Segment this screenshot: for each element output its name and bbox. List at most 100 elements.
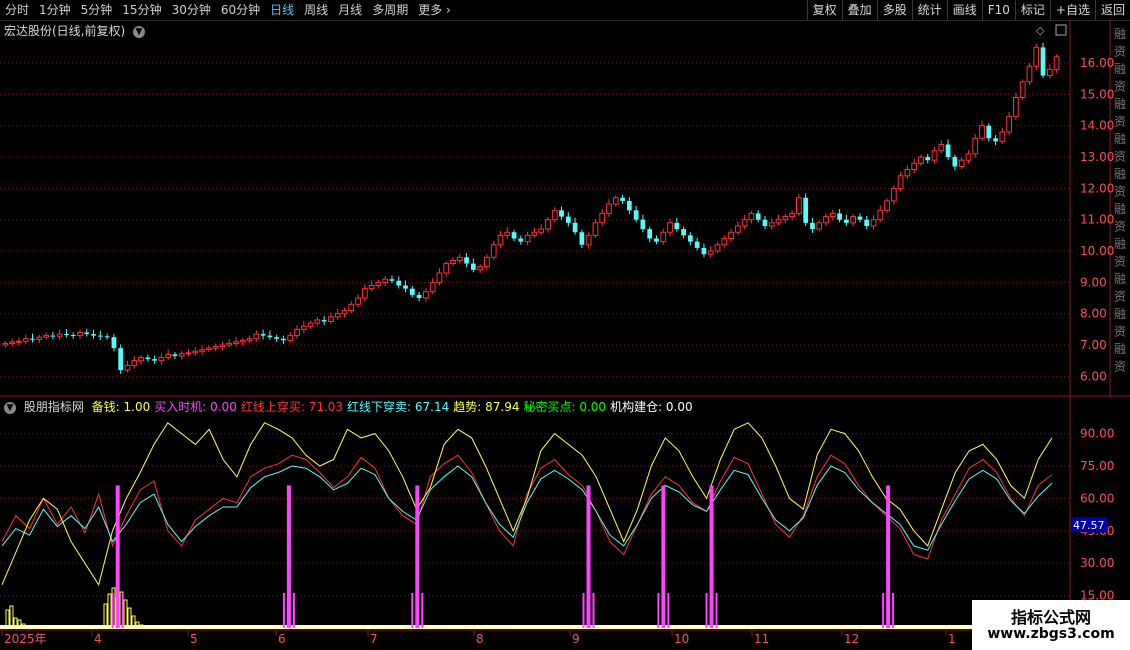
candle-body [50,335,56,337]
baseline-bar [0,625,1070,629]
x-axis-label: 2025年 [4,632,47,646]
candle-body [945,144,951,158]
x-axis-label: 6 [278,632,286,646]
price-tick-label: 6.00 [1080,369,1107,383]
candle-body [748,212,755,221]
candle-body [84,332,90,335]
candle-body [158,357,165,362]
candle-body [389,279,395,281]
candle-body [70,334,76,336]
candle-body [185,352,192,355]
candle-body [1013,97,1019,117]
indicator-field-5: 秘密买点: 0.00 [523,400,607,414]
buy-signal-side [411,593,414,628]
candle-body [348,303,355,312]
candle-body [274,337,280,339]
candle-body [253,333,260,340]
buy-signal-bar [586,485,591,628]
candle-body [9,341,16,344]
chevron-down-icon[interactable]: ▼ [4,401,16,414]
candle-body [612,197,619,205]
trend-bar [123,599,128,629]
candle-body [857,216,863,220]
indicator-field-1: 买入时机: 0.00 [154,400,237,414]
candle-body [965,153,972,161]
candle-body [911,162,918,171]
candle-body [789,212,795,218]
buy-signal-side [657,593,660,628]
candle-body [1053,56,1060,70]
candle-body [545,219,551,230]
candle-body [979,125,985,139]
candle-body [823,216,829,224]
candle-body [226,342,233,346]
trend-bar [107,593,112,629]
candle-body [205,347,212,351]
x-axis-label: 11 [754,632,769,646]
candle-body [307,322,314,327]
side-panel-char: 融 [1114,307,1126,321]
indicator-field-6: 机构建仓: 0.00 [610,400,693,414]
candle-body [30,338,35,340]
candle-body [361,288,368,299]
current-value-text: 47.57 [1073,519,1105,532]
x-axis-label: 1 [948,632,956,646]
diamond-icon: ◇ [1036,24,1045,37]
indicator-field-0: 备钱: 1.00 [91,400,151,414]
candle-body [409,288,415,295]
candle-body [396,280,402,286]
candle-body [56,333,63,337]
candle-body [497,234,504,246]
candle-body [782,216,789,221]
candle-body [97,335,103,337]
side-panel-char: 融 [1114,27,1126,41]
price-tick-label: 10.00 [1080,244,1114,258]
side-panel-char: 融 [1114,97,1126,111]
candle-body [999,131,1006,142]
candle-body [579,232,585,245]
candle-body [538,228,545,233]
candle-body [524,234,531,243]
candle-body [931,150,938,161]
candle-body [219,344,226,348]
price-chart[interactable]: 16.0015.0014.0013.0012.0011.0010.009.008… [0,0,1130,650]
buy-signal-bar [115,485,120,628]
candle-body [423,291,429,299]
candle-body [667,222,673,233]
indicator-line-1 [1,465,1053,551]
candle-body [124,364,131,371]
candle-body [531,231,538,236]
candle-body [43,335,49,338]
x-axis-label: 9 [572,632,580,646]
indicator-tick-label: 75.00 [1080,459,1114,473]
side-panel-char: 资 [1114,325,1126,339]
candle-body [152,359,157,361]
buy-signal-bar [415,485,420,628]
candle-body [443,263,450,274]
candle-body [993,138,998,142]
side-panel-char: 资 [1114,150,1126,164]
candle-body [803,197,809,223]
x-axis-label: 12 [844,632,859,646]
candle-body [714,244,721,252]
price-tick-label: 13.00 [1080,150,1114,164]
candle-body [375,281,382,286]
indicator-tick-label: 90.00 [1080,427,1114,441]
side-panel-char: 融 [1114,132,1126,146]
candle-body [22,338,29,342]
candle-body [918,156,924,164]
candle-body [592,222,599,236]
candle-body [986,125,992,139]
buy-signal-bar [886,485,891,628]
candle-body [504,231,511,236]
candle-body [620,197,625,201]
side-panel-char: 融 [1114,202,1126,216]
candle-body [490,244,497,258]
watermark-title: 指标公式网 [1010,608,1091,627]
buy-signal-bar [661,485,666,628]
candle-body [1033,46,1040,67]
candle-body [762,219,768,226]
candle-body [287,335,294,341]
buy-signal-side [705,593,708,628]
price-tick-label: 14.00 [1080,119,1114,133]
